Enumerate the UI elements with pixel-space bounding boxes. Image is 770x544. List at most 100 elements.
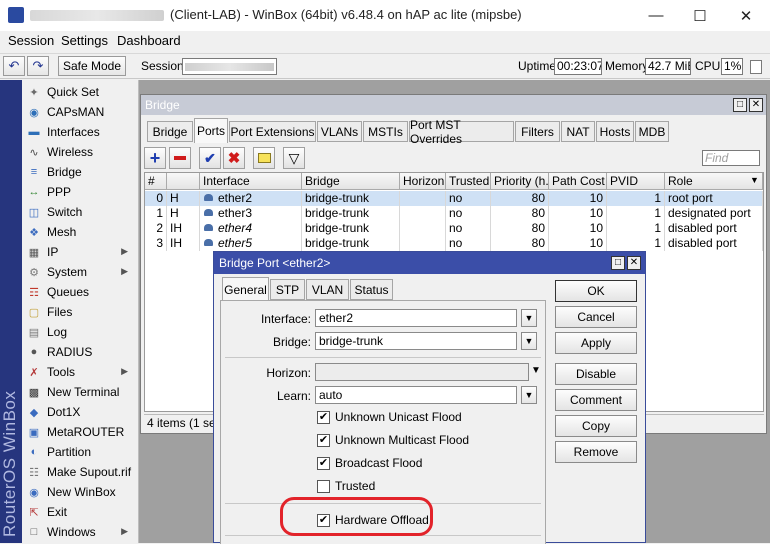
filter-button[interactable]: ▽ — [283, 147, 305, 169]
sidebar-item-ip[interactable]: ▦ IP ▶ — [22, 242, 138, 262]
tab-port-extensions[interactable]: Port Extensions — [229, 121, 316, 142]
sidebar-item-bridge[interactable]: ≡ Bridge — [22, 162, 138, 182]
column-header[interactable]: Trusted — [446, 173, 491, 190]
sidebar-item-label: Log — [47, 325, 68, 339]
tab-port-mst-overrides[interactable]: Port MST Overrides — [409, 118, 514, 146]
sidebar-item-tools[interactable]: ✗ Tools ▶ — [22, 362, 138, 382]
column-header[interactable]: Priority (h... — [491, 173, 549, 190]
dialog-tab-vlan[interactable]: VLAN — [306, 279, 349, 300]
sidebar-item-files[interactable]: ▢ Files — [22, 302, 138, 322]
sidebar-item-make-supout-rif[interactable]: ☷ Make Supout.rif — [22, 462, 138, 482]
disable-button[interactable]: Disable — [555, 363, 637, 385]
sidebar-item-new-terminal[interactable]: ▩ New Terminal — [22, 382, 138, 402]
tab-ports[interactable]: Ports — [194, 118, 228, 143]
session-field[interactable] — [182, 58, 277, 75]
horizon-expand-icon[interactable]: ▼ — [531, 365, 541, 376]
sidebar-item-mesh[interactable]: ❖ Mesh — [22, 222, 138, 242]
undo-button[interactable]: ↶ — [3, 56, 25, 76]
cell-bridge: bridge-trunk — [302, 191, 400, 206]
maximize-icon[interactable]: ☐ — [678, 0, 722, 31]
menu-session[interactable]: Session — [8, 33, 54, 48]
ok-button[interactable]: OK — [555, 280, 637, 302]
sidebar-item-wireless[interactable]: ∿ Wireless — [22, 142, 138, 162]
cell-horizon — [400, 221, 446, 236]
sidebar-item-partition[interactable]: ◐ Partition — [22, 442, 138, 462]
safe-mode-button[interactable]: Safe Mode — [58, 56, 126, 76]
menu-settings[interactable]: Settings — [61, 33, 108, 48]
column-header[interactable]: # — [145, 173, 167, 190]
winbox-icon: ◉ — [29, 486, 39, 499]
column-menu-icon[interactable]: ▼ — [750, 175, 759, 185]
table-row[interactable]: 1 Hether3 bridge-trunk no 80 10 1 designated po… — [145, 206, 763, 221]
sidebar-item-queues[interactable]: ☶ Queues — [22, 282, 138, 302]
sidebar-item-switch[interactable]: ◫ Switch — [22, 202, 138, 222]
windows-icon: □ — [30, 526, 38, 538]
interfaces-icon: ▬ — [28, 126, 40, 138]
tab-mstis[interactable]: MSTIs — [363, 121, 408, 142]
bridge-field[interactable]: bridge-trunk — [315, 332, 517, 350]
cancel-button[interactable]: Cancel — [555, 306, 637, 328]
sidebar-item-exit[interactable]: ⇱ Exit — [22, 502, 138, 522]
tab-mdb[interactable]: MDB — [635, 121, 669, 142]
copy-button[interactable]: Copy — [555, 415, 637, 437]
comment-button[interactable]: Comment — [555, 389, 637, 411]
chevron-right-icon: ▶ — [121, 266, 128, 276]
enable-button[interactable]: ✔ — [199, 147, 221, 169]
trusted-checkbox[interactable] — [317, 480, 330, 493]
dialog-tab-status[interactable]: Status — [350, 279, 393, 300]
column-header[interactable]: Path Cost — [549, 173, 607, 190]
column-header[interactable]: Role — [665, 173, 763, 190]
sidebar-item-capsman[interactable]: ◉ CAPsMAN — [22, 102, 138, 122]
comment-button[interactable] — [253, 147, 275, 169]
sidebar-item-quick-set[interactable]: ✦ Quick Set — [22, 82, 138, 102]
table-row[interactable]: 0 Hether2 bridge-trunk no 80 10 1 root port — [145, 191, 763, 206]
dialog-maximize-icon[interactable]: □ — [611, 256, 625, 270]
sidebar-item-windows[interactable]: □ Windows ▶ — [22, 522, 138, 542]
sidebar-item-interfaces[interactable]: ▬ Interfaces — [22, 122, 138, 142]
learn-dropdown[interactable]: ▼ — [521, 386, 537, 404]
find-input[interactable]: Find — [702, 150, 760, 166]
column-header[interactable]: Bridge — [302, 173, 400, 190]
column-header[interactable]: Interface — [200, 173, 302, 190]
dialog-tab-stp[interactable]: STP — [270, 279, 305, 300]
close-icon[interactable]: ✕ — [724, 0, 768, 31]
remove-button[interactable] — [169, 147, 191, 169]
bridge-maximize-icon[interactable]: □ — [733, 98, 747, 112]
sidebar-item-new-winbox[interactable]: ◉ New WinBox — [22, 482, 138, 502]
redo-button[interactable]: ↷ — [27, 56, 49, 76]
sidebar-item-ppp[interactable]: ↔ PPP — [22, 182, 138, 202]
tab-nat[interactable]: NAT — [561, 121, 595, 142]
unknown-multicast-flood-checkbox[interactable]: ✔ — [317, 434, 330, 447]
capsman-icon: ◉ — [29, 106, 39, 119]
dialog-close-icon[interactable]: ✕ — [627, 256, 641, 270]
sidebar-item-radius[interactable]: ● RADIUS — [22, 342, 138, 362]
sidebar-item-dot1x[interactable]: ◆ Dot1X — [22, 402, 138, 422]
tab-filters[interactable]: Filters — [515, 121, 560, 142]
bridge-close-icon[interactable]: ✕ — [749, 98, 763, 112]
tab-hosts[interactable]: Hosts — [596, 121, 634, 142]
column-header[interactable] — [167, 173, 200, 190]
unknown-unicast-flood-checkbox[interactable]: ✔ — [317, 411, 330, 424]
column-header[interactable]: PVID — [607, 173, 665, 190]
menu-dashboard[interactable]: Dashboard — [117, 33, 181, 48]
broadcast-flood-checkbox[interactable]: ✔ — [317, 457, 330, 470]
tab-bridge[interactable]: Bridge — [147, 121, 193, 142]
interface-field[interactable]: ether2 — [315, 309, 517, 327]
minimize-icon[interactable]: — — [634, 0, 678, 31]
disable-button[interactable]: ✖ — [223, 147, 245, 169]
sidebar-item-log[interactable]: ▤ Log — [22, 322, 138, 342]
apply-button[interactable]: Apply — [555, 332, 637, 354]
remove-button[interactable]: Remove — [555, 441, 637, 463]
table-row[interactable]: 2 IH ether4 bridge-trunk no 80 10 1 disabled por… — [145, 221, 763, 236]
dialog-tab-general[interactable]: General — [222, 277, 269, 301]
column-header[interactable]: Horizon — [400, 173, 446, 190]
interface-dropdown[interactable]: ▼ — [521, 309, 537, 327]
table-row[interactable]: 3 IH ether5 bridge-trunk no 80 10 1 disabled por… — [145, 236, 763, 251]
learn-field[interactable]: auto — [315, 386, 517, 404]
tab-vlans[interactable]: VLANs — [317, 121, 362, 142]
sidebar-item-metarouter[interactable]: ▣ MetaROUTER — [22, 422, 138, 442]
bridge-dropdown[interactable]: ▼ — [521, 332, 537, 350]
add-button[interactable]: + — [144, 147, 166, 169]
horizon-field[interactable] — [315, 363, 529, 381]
sidebar-item-system[interactable]: ⚙ System ▶ — [22, 262, 138, 282]
